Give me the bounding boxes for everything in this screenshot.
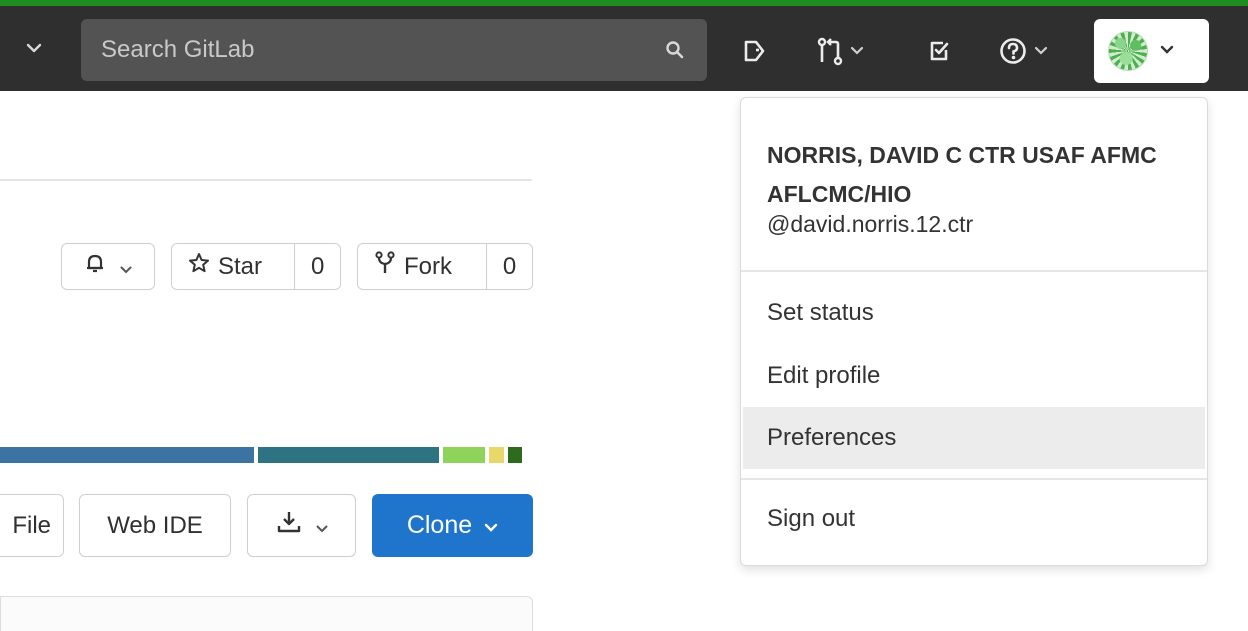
header-divider xyxy=(0,179,532,181)
star-icon xyxy=(188,252,210,281)
fork-count[interactable]: 0 xyxy=(486,244,532,289)
notification-button[interactable] xyxy=(61,243,155,290)
search-input[interactable] xyxy=(101,36,663,64)
top-navbar xyxy=(0,0,1248,91)
chevron-down-icon xyxy=(484,511,498,540)
star-count[interactable]: 0 xyxy=(294,244,340,289)
fork-button[interactable]: Fork 0 xyxy=(357,243,533,290)
fork-label-group[interactable]: Fork xyxy=(358,251,486,282)
issues-nav-button[interactable] xyxy=(742,31,768,71)
fork-label: Fork xyxy=(404,252,452,280)
issues-icon xyxy=(742,38,768,64)
download-button[interactable] xyxy=(247,494,356,557)
clone-button[interactable]: Clone xyxy=(372,494,533,557)
menu-item-sign-out[interactable]: Sign out xyxy=(743,488,1205,550)
file-button[interactable]: File xyxy=(0,494,64,557)
menu-divider xyxy=(741,270,1207,272)
star-button[interactable]: Star 0 xyxy=(171,243,341,290)
language-bar-segment xyxy=(258,447,439,463)
language-bar-segment xyxy=(0,447,254,463)
todos-nav-button[interactable] xyxy=(927,31,953,71)
language-bar-segment xyxy=(508,447,522,463)
merge-requests-nav-button[interactable] xyxy=(816,31,864,71)
menu-chevron-down-icon[interactable] xyxy=(22,36,46,60)
chevron-down-icon xyxy=(1160,42,1174,60)
chevron-down-icon xyxy=(850,46,864,56)
menu-item-edit-profile[interactable]: Edit profile xyxy=(743,345,1205,407)
chevron-down-icon xyxy=(316,512,328,540)
help-icon xyxy=(998,36,1028,66)
merge-requests-icon xyxy=(816,36,844,66)
user-dropdown-menu: NORRIS, DAVID C CTR USAF AFMC AFLCMC/HIO… xyxy=(740,97,1208,566)
menu-item-preferences[interactable]: Preferences xyxy=(743,407,1205,469)
file-tree-panel xyxy=(0,596,533,631)
user-menu-button[interactable] xyxy=(1094,19,1209,83)
fork-icon xyxy=(374,251,396,282)
chevron-down-icon xyxy=(120,253,132,281)
bell-icon xyxy=(84,252,106,281)
avatar xyxy=(1108,31,1148,71)
menu-divider xyxy=(741,478,1207,480)
menu-item-set-status[interactable]: Set status xyxy=(743,282,1205,344)
web-ide-label: Web IDE xyxy=(107,511,203,539)
user-full-name: NORRIS, DAVID C CTR USAF AFMC AFLCMC/HIO xyxy=(767,142,1157,207)
chevron-down-icon xyxy=(1034,46,1048,56)
web-ide-button[interactable]: Web IDE xyxy=(79,494,231,557)
user-username: @david.norris.12.ctr xyxy=(767,211,974,237)
language-bar-segment xyxy=(443,447,485,463)
clone-label: Clone xyxy=(406,511,473,539)
language-bar-segment xyxy=(489,447,504,463)
help-nav-button[interactable] xyxy=(998,31,1048,71)
star-label: Star xyxy=(218,252,263,280)
search-bar[interactable] xyxy=(81,19,707,81)
file-button-label: File xyxy=(12,511,51,539)
star-label-group[interactable]: Star xyxy=(172,252,294,281)
todos-icon xyxy=(927,38,953,64)
search-icon[interactable] xyxy=(663,38,687,62)
download-icon xyxy=(276,510,302,541)
page: Star 0 Fork 0 File Web IDE Clone xyxy=(0,0,1248,631)
